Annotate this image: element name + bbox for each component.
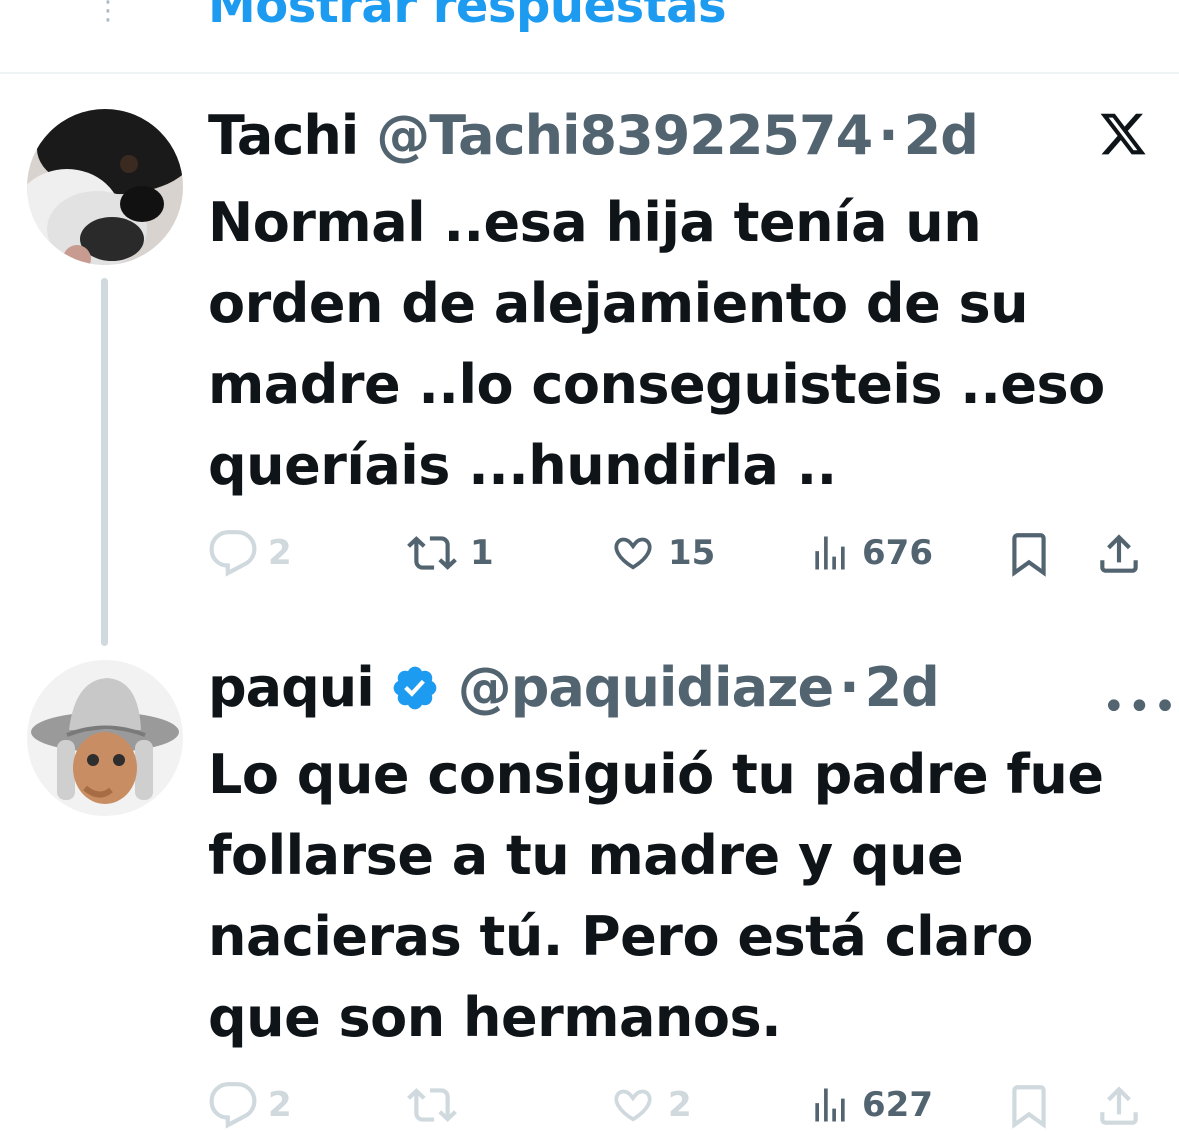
heart-icon [614, 537, 652, 570]
author-handle[interactable]: @Tachi83922574 [376, 104, 873, 167]
retweet-icon [407, 536, 457, 570]
bookmark-button[interactable] [1004, 1080, 1054, 1132]
reply-count: 2 [268, 533, 292, 573]
more-icon[interactable]: ⋮ [95, 0, 121, 26]
share-button[interactable] [1094, 528, 1144, 580]
verified-badge-icon[interactable] [390, 663, 440, 713]
like-count: 15 [668, 533, 716, 573]
views-button[interactable]: 627 [808, 1080, 933, 1130]
views-count: 676 [862, 533, 933, 573]
more-icon[interactable]: ••• [1102, 684, 1179, 730]
timestamp[interactable]: 2d [904, 104, 979, 167]
bookmark-icon [1012, 533, 1046, 577]
heart-icon [614, 1089, 652, 1122]
thread-line [101, 278, 108, 646]
views-icon [815, 1088, 845, 1122]
author-name[interactable]: Tachi [208, 104, 359, 167]
retweet-icon [407, 1088, 457, 1122]
share-icon [1100, 1086, 1138, 1125]
reply-count: 2 [268, 1085, 292, 1125]
views-button[interactable]: 676 [808, 528, 933, 578]
views-icon [815, 536, 845, 570]
show-replies-link[interactable]: Mostrar respuestas [208, 0, 727, 34]
bookmark-icon [1012, 1085, 1046, 1129]
reply-button[interactable]: 2 [208, 1080, 292, 1130]
author-handle[interactable]: @paquidiaze [458, 656, 834, 719]
tweet-header: Tachi @Tachi83922574 · 2d [208, 104, 979, 167]
reply-icon [209, 1082, 257, 1129]
like-button[interactable]: 15 [608, 528, 715, 578]
author-name[interactable]: paqui [208, 656, 375, 719]
reply-button[interactable]: 2 [208, 528, 292, 578]
share-button[interactable] [1094, 1080, 1144, 1132]
action-bar: 2 1 15 676 [208, 528, 1158, 588]
x-logo-icon[interactable] [1098, 108, 1148, 160]
views-count: 627 [862, 1085, 933, 1125]
tweet-header: paqui @paquidiaze · 2d [208, 656, 940, 719]
separator-dot: · [878, 104, 898, 167]
bookmark-button[interactable] [1004, 528, 1054, 580]
like-button[interactable]: 2 [608, 1080, 692, 1130]
action-bar: 2 2 627 [208, 1080, 1158, 1140]
avatar-tachi[interactable] [27, 109, 183, 265]
tweet-text: Lo que consiguió tu padre fue follarse a… [208, 743, 1104, 1049]
divider [0, 72, 1179, 74]
retweet-button[interactable] [404, 1080, 460, 1130]
retweet-button[interactable]: 1 [404, 528, 494, 578]
share-icon [1100, 534, 1138, 573]
avatar-paqui[interactable] [27, 660, 183, 816]
retweet-count: 1 [470, 533, 494, 573]
separator-dot: · [839, 656, 859, 719]
reply-icon [209, 530, 257, 577]
tweet-text: Normal ..esa hija tenía un orden de alej… [208, 191, 1105, 497]
like-count: 2 [668, 1085, 692, 1125]
timestamp[interactable]: 2d [865, 656, 940, 719]
